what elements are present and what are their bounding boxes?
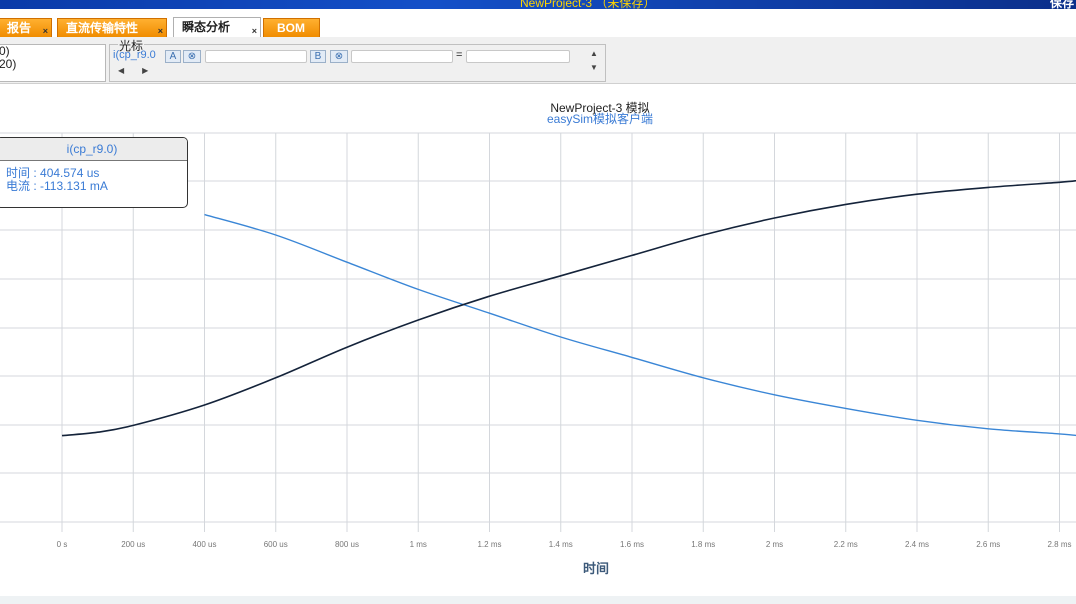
tab-strip: 报告 × 直流传输特性 × 瞬态分析 × BOM — [0, 9, 1076, 38]
x-tick-label: 2.4 ms — [905, 540, 929, 549]
cursor-tooltip: i(cp_r9.0) 时间 : 404.574 us 电流 : -113.131… — [0, 137, 188, 208]
x-tick-label: 1.6 ms — [620, 540, 644, 549]
series-dark-line[interactable] — [61, 179, 1076, 437]
cursor-delta-field[interactable] — [466, 50, 570, 63]
tooltip-current: 电流 : -113.131 mA — [6, 179, 108, 193]
x-tick-label: 2.8 ms — [1047, 540, 1071, 549]
close-icon[interactable]: × — [43, 25, 48, 37]
x-tick-label: 1.2 ms — [477, 540, 501, 549]
tab-dc-transfer[interactable]: 直流传输特性 × — [57, 18, 167, 37]
x-tick-label: 1.4 ms — [549, 540, 573, 549]
arrow-right-icon[interactable]: ▶ — [142, 66, 166, 75]
tooltip-time-value: 404.574 us — [40, 166, 100, 180]
x-axis-label: 时间 — [583, 561, 609, 576]
tooltip-current-label: 电流 — [6, 179, 31, 193]
tab-transient-analysis-label: 瞬态分析 — [182, 20, 231, 34]
clear-a-icon[interactable]: ⊗ — [183, 50, 201, 63]
scroll-down-icon[interactable]: ▼ — [587, 61, 601, 75]
tab-report[interactable]: 报告 × — [0, 18, 52, 37]
cursor-b-button[interactable]: B — [310, 50, 326, 63]
window-title: NewProject-3 （未保存） — [520, 0, 656, 9]
tab-dc-transfer-label: 直流传输特性 — [66, 21, 139, 35]
tab-report-label: 报告 — [7, 21, 32, 35]
x-tick-label: 400 us — [192, 540, 216, 549]
scroll-up-icon[interactable]: ▲ — [587, 47, 601, 61]
tab-bom[interactable]: BOM — [263, 18, 320, 37]
tooltip-title: i(cp_r9.0) — [0, 138, 187, 161]
footer-bar — [0, 596, 1076, 604]
close-icon[interactable]: × — [252, 25, 257, 37]
cursor-a-button[interactable]: A — [165, 50, 181, 63]
x-tick-label: 1 ms — [410, 540, 427, 549]
x-tick-label: 2 ms — [766, 540, 783, 549]
title-bar: NewProject-3 （未保存） 保存 — [0, 0, 1076, 9]
x-tick-label: 1.8 ms — [691, 540, 715, 549]
cursor-trace-name: i(cp_r9.0 — [113, 49, 156, 61]
chart-subtitle: easySim模拟客户端 — [547, 111, 653, 126]
tooltip-current-value: -113.131 mA — [40, 179, 108, 193]
cursor-a-field[interactable] — [205, 50, 307, 63]
trace-list-item[interactable]: 20) — [0, 58, 105, 71]
tooltip-time-label: 时间 — [6, 166, 31, 180]
arrow-left-icon[interactable]: ◀ — [118, 66, 142, 75]
x-tick-label: 2.2 ms — [834, 540, 858, 549]
cursor-b-field[interactable] — [351, 50, 453, 63]
cursor-panel: 光标 i(cp_r9.0 A ⊗ B ⊗ = ◀▶ ▲ ▼ — [109, 37, 606, 82]
clear-b-icon[interactable]: ⊗ — [330, 50, 348, 63]
x-tick-label: 0 s — [57, 540, 68, 549]
cursor-scrollbar[interactable]: ▲ ▼ — [587, 47, 601, 77]
tab-bom-label: BOM — [277, 21, 305, 35]
x-tick-label: 600 us — [264, 540, 288, 549]
x-tick-label: 800 us — [335, 540, 359, 549]
save-label[interactable]: 保存 — [1050, 0, 1074, 9]
series-blue-line[interactable] — [204, 213, 1076, 437]
toolbar: 0) 20) 光标 i(cp_r9.0 A ⊗ B ⊗ = ◀▶ ▲ ▼ — [0, 37, 1076, 84]
close-icon[interactable]: × — [158, 25, 163, 37]
chart-series — [61, 179, 1076, 437]
x-tick-label: 2.6 ms — [976, 540, 1000, 549]
trace-list[interactable]: 0) 20) — [0, 44, 106, 82]
x-tick-label: 200 us — [121, 540, 145, 549]
x-axis-ticks: 0 s 200 us 400 us 600 us 800 us 1 ms 1.2 ms 1.4… — [57, 540, 1072, 549]
equals-sign: = — [456, 49, 463, 61]
tab-transient-analysis[interactable]: 瞬态分析 × — [173, 17, 261, 38]
cursor-nav: ◀▶ — [118, 66, 166, 75]
